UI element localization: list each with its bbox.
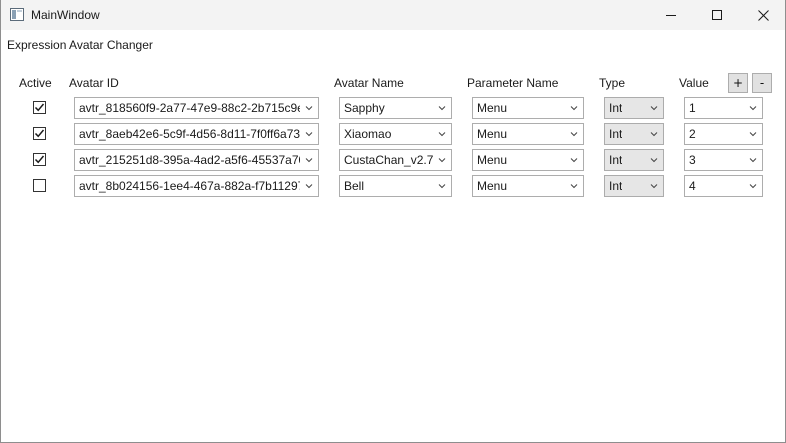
avatar-name-dropdown[interactable]: CustaChan_v2.7: [339, 149, 452, 171]
maximize-icon: [712, 10, 722, 20]
header-avatar-id: Avatar ID: [69, 76, 119, 90]
chevron-down-icon: [749, 158, 757, 163]
avatar-id-dropdown[interactable]: avtr_818560f9-2a77-47e9-88c2-2b715c9e: [74, 97, 319, 119]
type-value: Int: [609, 153, 623, 167]
table-row: avtr_8aeb42e6-5c9f-4d56-8d11-7f0ff6a73 X…: [1, 123, 785, 145]
remove-row-button[interactable]: -: [752, 73, 772, 93]
chevron-down-icon: [749, 106, 757, 111]
avatar-id-value: avtr_215251d8-395a-4ad2-a5f6-45537a70: [79, 153, 300, 167]
value-dropdown[interactable]: 4: [684, 175, 763, 197]
value-value: 1: [689, 101, 696, 115]
header-active: Active: [19, 76, 52, 90]
checkmark-icon: [34, 103, 45, 112]
chevron-down-icon: [650, 158, 658, 163]
chevron-down-icon: [438, 132, 446, 137]
table-row: avtr_215251d8-395a-4ad2-a5f6-45537a70 Cu…: [1, 149, 785, 171]
parameter-name-value: Menu: [477, 153, 508, 167]
value-dropdown[interactable]: 2: [684, 123, 763, 145]
parameter-name-value: Menu: [477, 127, 508, 141]
avatar-id-value: avtr_8aeb42e6-5c9f-4d56-8d11-7f0ff6a73: [79, 127, 300, 141]
type-dropdown[interactable]: Int: [604, 97, 664, 119]
chevron-down-icon: [570, 106, 578, 111]
chevron-down-icon: [650, 184, 658, 189]
main-window: MainWindow Expression Avatar Changer Act…: [0, 0, 786, 443]
minimize-icon: [666, 15, 676, 16]
chevron-down-icon: [650, 132, 658, 137]
header-parameter-name: Parameter Name: [467, 76, 559, 90]
header-avatar-name: Avatar Name: [334, 76, 404, 90]
chevron-down-icon: [650, 106, 658, 111]
chevron-down-icon: [570, 158, 578, 163]
add-row-button[interactable]: +: [728, 73, 748, 93]
chevron-down-icon: [749, 184, 757, 189]
chevron-down-icon: [570, 132, 578, 137]
avatar-name-value: Xiaomao: [344, 127, 392, 141]
value-dropdown[interactable]: 3: [684, 149, 763, 171]
app-subtitle: Expression Avatar Changer: [7, 38, 153, 52]
title-bar[interactable]: MainWindow: [1, 0, 785, 30]
avatar-id-dropdown[interactable]: avtr_215251d8-395a-4ad2-a5f6-45537a70: [74, 149, 319, 171]
maximize-button[interactable]: [694, 0, 740, 30]
avatar-name-dropdown[interactable]: Bell: [339, 175, 452, 197]
table-row: avtr_8b024156-1ee4-467a-882a-f7b11297 Be…: [1, 175, 785, 197]
parameter-name-dropdown[interactable]: Menu: [472, 97, 584, 119]
value-value: 2: [689, 127, 696, 141]
avatar-id-dropdown[interactable]: avtr_8b024156-1ee4-467a-882a-f7b11297: [74, 175, 319, 197]
active-checkbox[interactable]: [33, 179, 46, 192]
type-value: Int: [609, 179, 623, 193]
parameter-name-value: Menu: [477, 179, 508, 193]
value-dropdown[interactable]: 1: [684, 97, 763, 119]
active-checkbox[interactable]: [33, 101, 46, 114]
avatar-id-dropdown[interactable]: avtr_8aeb42e6-5c9f-4d56-8d11-7f0ff6a73: [74, 123, 319, 145]
checkmark-icon: [34, 155, 45, 164]
avatar-name-value: Sapphy: [344, 101, 385, 115]
parameter-name-dropdown[interactable]: Menu: [472, 175, 584, 197]
chevron-down-icon: [305, 132, 313, 137]
chevron-down-icon: [570, 184, 578, 189]
type-value: Int: [609, 101, 623, 115]
header-value: Value: [679, 76, 709, 90]
checkmark-icon: [34, 129, 45, 138]
parameter-name-value: Menu: [477, 101, 508, 115]
parameter-name-dropdown[interactable]: Menu: [472, 149, 584, 171]
header-type: Type: [599, 76, 626, 90]
chevron-down-icon: [438, 184, 446, 189]
avatar-name-dropdown[interactable]: Xiaomao: [339, 123, 452, 145]
value-value: 4: [689, 179, 696, 193]
chevron-down-icon: [438, 106, 446, 111]
type-dropdown[interactable]: Int: [604, 175, 664, 197]
type-value: Int: [609, 127, 623, 141]
avatar-name-value: Bell: [344, 179, 365, 193]
avatar-name-value: CustaChan_v2.7: [344, 153, 433, 167]
table-row: avtr_818560f9-2a77-47e9-88c2-2b715c9e Sa…: [1, 97, 785, 119]
chevron-down-icon: [749, 132, 757, 137]
chevron-down-icon: [305, 158, 313, 163]
avatar-id-value: avtr_818560f9-2a77-47e9-88c2-2b715c9e: [79, 101, 300, 115]
active-checkbox[interactable]: [33, 153, 46, 166]
parameter-name-dropdown[interactable]: Menu: [472, 123, 584, 145]
minimize-button[interactable]: [648, 0, 694, 30]
type-dropdown[interactable]: Int: [604, 149, 664, 171]
chevron-down-icon: [305, 184, 313, 189]
close-icon: [757, 9, 769, 21]
active-checkbox[interactable]: [33, 127, 46, 140]
chevron-down-icon: [438, 158, 446, 163]
close-button[interactable]: [740, 0, 785, 30]
avatar-name-dropdown[interactable]: Sapphy: [339, 97, 452, 119]
avatar-id-value: avtr_8b024156-1ee4-467a-882a-f7b11297: [79, 179, 300, 193]
value-value: 3: [689, 153, 696, 167]
chevron-down-icon: [305, 106, 313, 111]
type-dropdown[interactable]: Int: [604, 123, 664, 145]
app-window-icon: [10, 8, 24, 21]
window-title: MainWindow: [31, 8, 100, 22]
